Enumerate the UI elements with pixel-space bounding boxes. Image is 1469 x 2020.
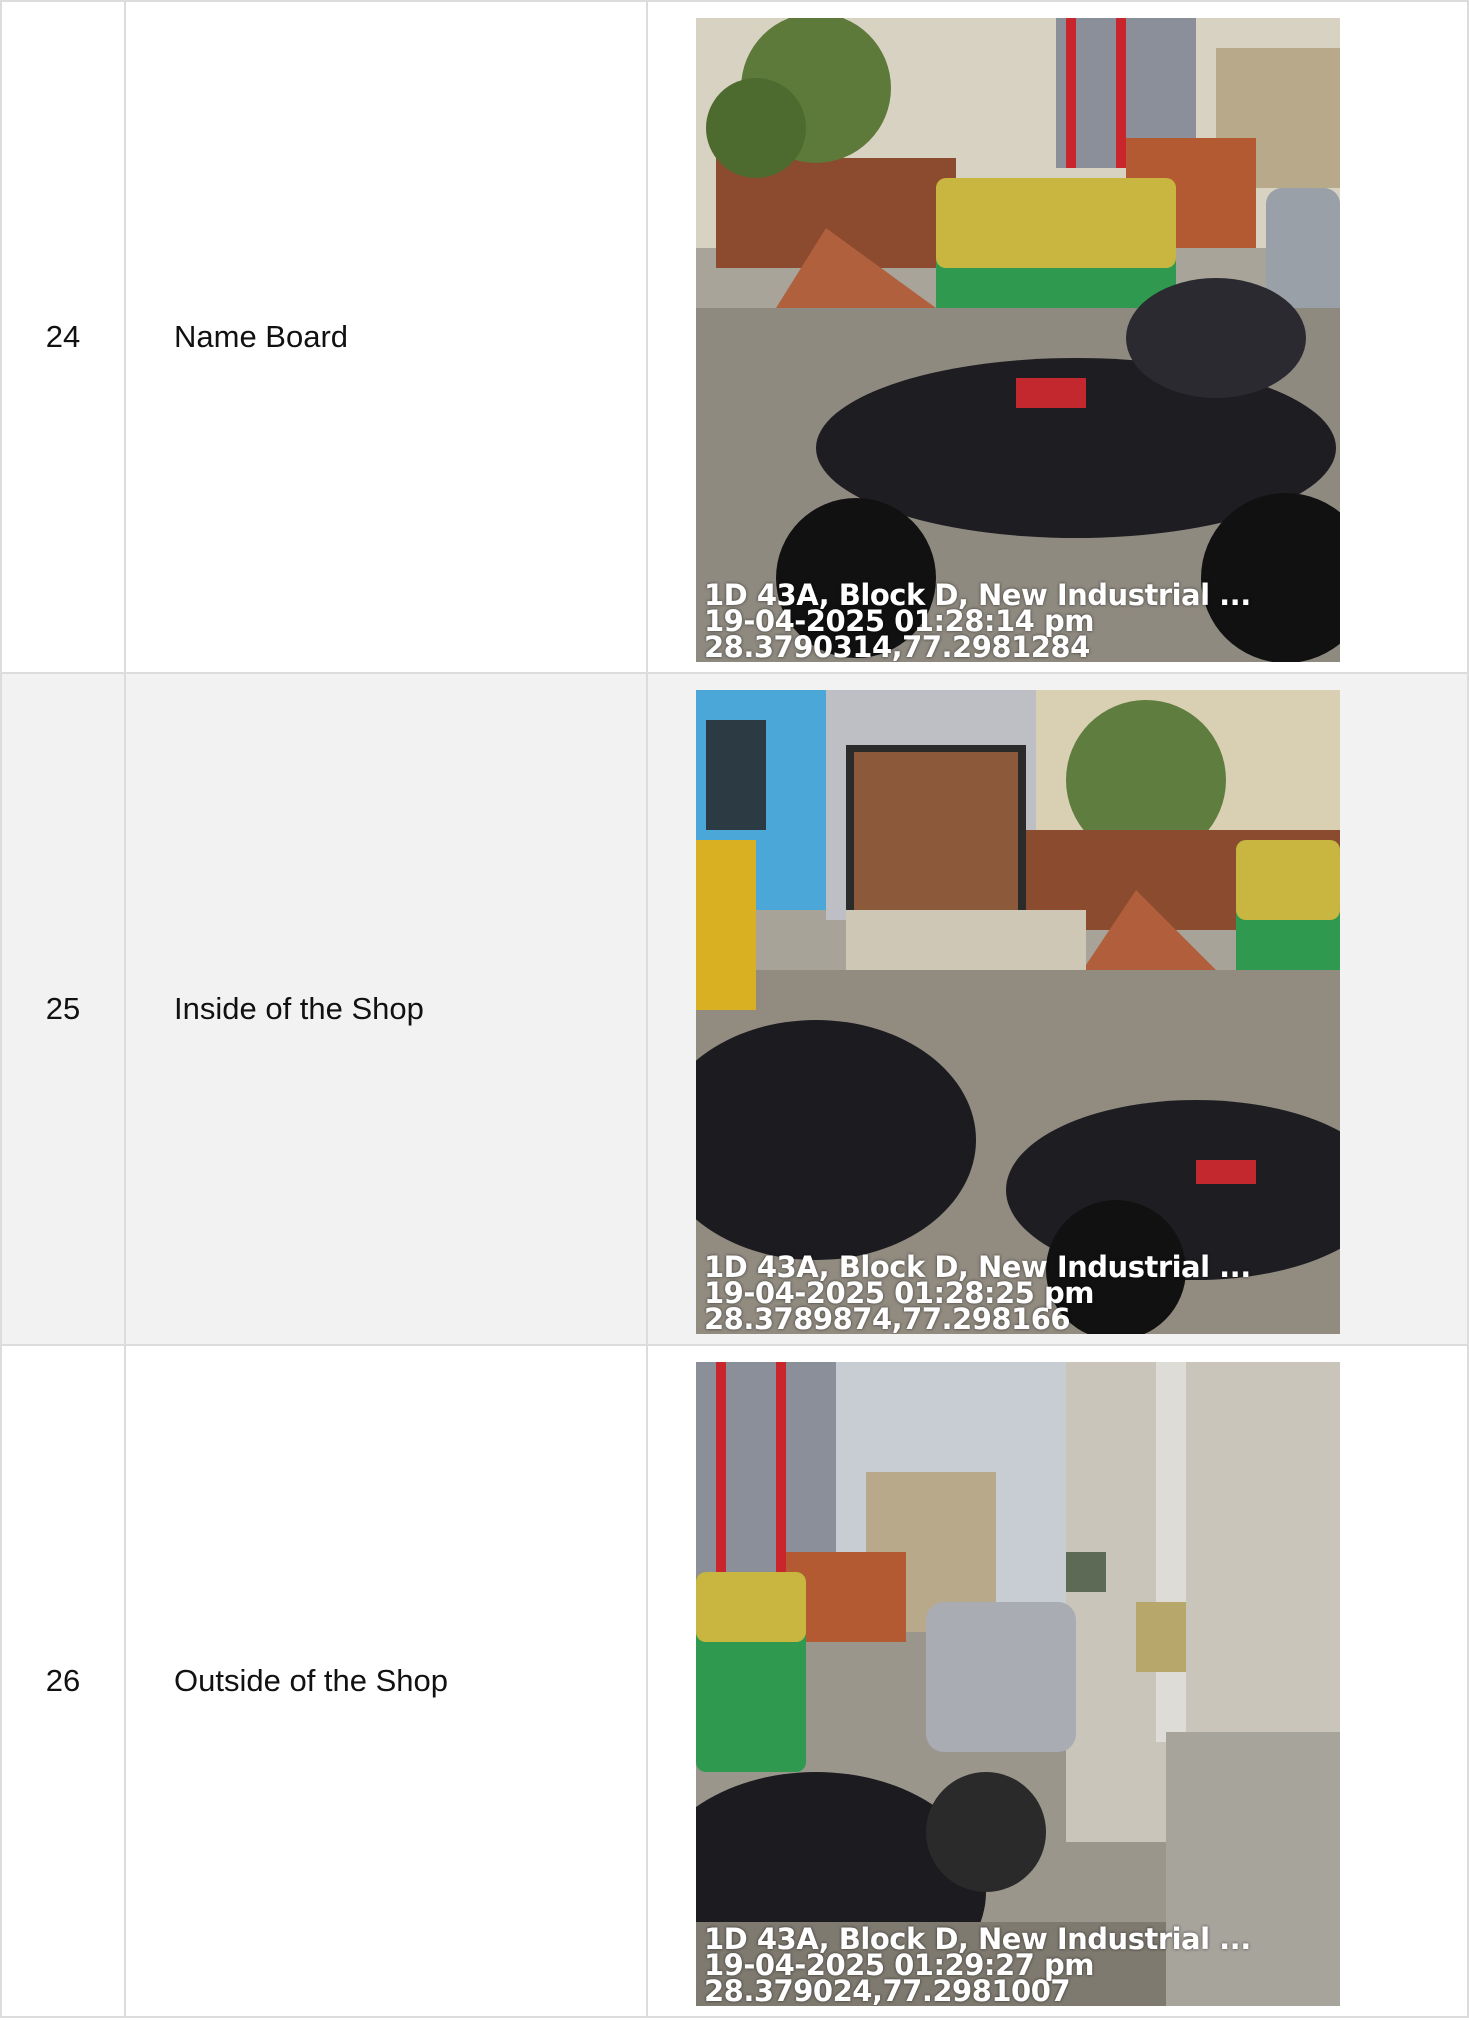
- table-row: 24 Name Board 1D 43A, Block D, New Indus…: [0, 0, 1469, 674]
- street-scene-photo: [696, 1362, 1340, 2006]
- stamp-coordinates: 28.3790314,77.2981284: [704, 630, 1090, 662]
- geotagged-photo: 1D 43A, Block D, New Industrial ... 19-0…: [696, 1362, 1340, 2006]
- table-row: 25 Inside of the Shop 1D 43A, Block D, N…: [0, 672, 1469, 1346]
- row-label: Outside of the Shop: [124, 1344, 648, 2018]
- photo-log-table: 24 Name Board 1D 43A, Block D, New Indus…: [0, 0, 1469, 2018]
- row-number: 26: [0, 1344, 126, 2018]
- table-row: 26 Outside of the Shop 1D 43A, Block D, …: [0, 1344, 1469, 2018]
- street-scene-photo: [696, 690, 1340, 1334]
- row-number: 25: [0, 672, 126, 1346]
- stamp-coordinates: 28.379024,77.2981007: [704, 1974, 1071, 2006]
- stamp-coordinates: 28.3789874,77.298166: [704, 1302, 1071, 1334]
- photo-cell: 1D 43A, Block D, New Industrial ... 19-0…: [646, 672, 1469, 1346]
- row-label: Name Board: [124, 0, 648, 674]
- photo-geotag-stamp: 1D 43A, Block D, New Industrial ... 19-0…: [704, 1925, 1251, 2006]
- photo-geotag-stamp: 1D 43A, Block D, New Industrial ... 19-0…: [704, 1253, 1251, 1334]
- geotagged-photo: 1D 43A, Block D, New Industrial ... 19-0…: [696, 690, 1340, 1334]
- street-scene-photo: [696, 18, 1340, 662]
- photo-cell: 1D 43A, Block D, New Industrial ... 19-0…: [646, 0, 1469, 674]
- row-label: Inside of the Shop: [124, 672, 648, 1346]
- geotagged-photo: 1D 43A, Block D, New Industrial ... 19-0…: [696, 18, 1340, 662]
- row-number: 24: [0, 0, 126, 674]
- photo-cell: 1D 43A, Block D, New Industrial ... 19-0…: [646, 1344, 1469, 2018]
- photo-geotag-stamp: 1D 43A, Block D, New Industrial ... 19-0…: [704, 581, 1251, 662]
